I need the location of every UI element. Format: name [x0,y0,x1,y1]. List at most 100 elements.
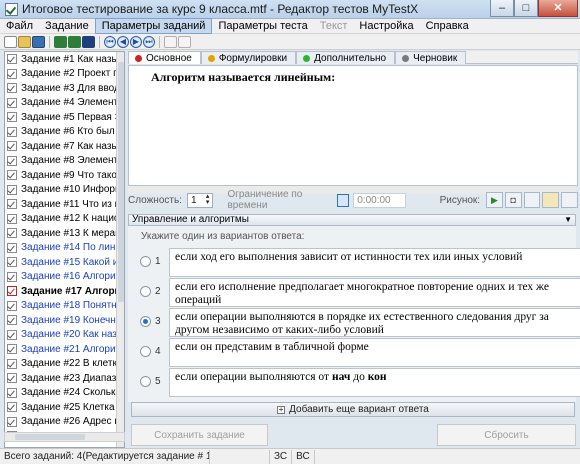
menu-task[interactable]: Задание [39,19,95,33]
answer-number: 5 [155,376,161,387]
task-list-item[interactable]: Задание #16 Алгоритм [5,270,124,285]
task-list-item[interactable]: Задание #18 Понятнос [5,299,124,314]
task-list-item[interactable]: Задание #14 По линии [5,241,124,256]
task-list-item-label: Задание #12 К национа [21,213,124,225]
task-list-item[interactable]: Задание #7 Как называ [5,139,124,154]
task-list-item[interactable]: Задание #19 Конечност [5,313,124,328]
tab-basic-label: Основное [146,52,192,64]
answer-radio-5[interactable] [140,376,151,387]
answer-text-4[interactable]: если он представим в табличной форме [169,338,580,367]
answer-5-part: до [350,371,368,383]
spinner-arrows-icon[interactable]: ▴ ▾ [206,193,210,206]
answer-number: 1 [155,256,161,267]
copy-icon[interactable] [164,35,177,48]
task-list-item[interactable]: Задание #23 Диапазон [5,371,124,386]
scrollbar-thumb[interactable] [15,434,85,440]
nav-first-icon[interactable]: ⏮ [104,35,116,48]
task-list-item[interactable]: Задание #24 Сколько к [5,386,124,401]
task-list-item[interactable]: Задание #21 Алгоритм [5,342,124,357]
answer-text-2[interactable]: если его исполнение предполагает многокр… [169,278,580,307]
task-list-item[interactable]: Задание #5 Первая ЭВМ [5,110,124,125]
tab-basic[interactable]: Основное [128,51,201,64]
save-task-button[interactable]: Сохранить задание [131,424,268,446]
menu-file[interactable]: Файл [0,19,39,33]
time-value: 0:00:00 [357,194,391,206]
nav-last-icon[interactable]: ⏭ [143,35,155,48]
task-list-item[interactable]: Задание #15 Какой из с [5,255,124,270]
add-answer-button[interactable]: + Добавить еще вариант ответа [131,402,575,417]
task-list-item-label: Задание #17 Алгори [21,285,121,297]
paste-picture-icon[interactable] [542,192,560,208]
open-folder-icon[interactable] [18,35,31,48]
task-check-icon [7,344,17,355]
task-list-item[interactable]: Задание #4 Элементног [5,96,124,111]
camera-icon[interactable]: ◘ [504,192,522,208]
task-list-item-label: Задание #9 Что такое и [21,169,124,181]
task-list-item-label: Задание #10 Информаци [21,184,124,196]
task-list-item[interactable]: Задание #17 Алгори [5,284,124,299]
task-list-item[interactable]: Задание #20 Как называ [5,328,124,343]
time-limit-checkbox[interactable] [337,193,350,207]
tab-draft[interactable]: Черновик [395,51,467,64]
clear-picture-icon[interactable] [561,192,578,208]
menu-help[interactable]: Справка [420,19,475,33]
answer-number: 3 [155,316,161,327]
nav-prev-icon[interactable]: ◀ [117,35,129,48]
question-editor[interactable]: Алгоритм называется линейным: [128,65,578,186]
task-list-item[interactable]: Задание #6 Кто был ко [5,125,124,140]
menu-settings[interactable]: Настройка [353,19,419,33]
answer-radio-3[interactable] [140,316,151,327]
scrollbar-thumb[interactable] [118,62,124,302]
task-list-item[interactable]: Задание #3 Для ввода г [5,81,124,96]
task-list-item[interactable]: Задание #10 Информаци [5,183,124,198]
answer-text-5[interactable]: если операции выполняются от нач до кон [169,368,580,397]
answer-radio-4[interactable] [140,346,151,357]
load-picture-icon[interactable]: ▶ [486,192,503,208]
menu-test-params[interactable]: Параметры теста [212,19,313,33]
task-list[interactable]: Задание #1 Как называ Задание #2 Проект п… [4,51,125,448]
task-list-item[interactable]: Задание #8 Элементног [5,154,124,169]
new-file-icon[interactable] [4,35,17,48]
task-check-icon [7,126,17,137]
toolbar-separator [159,35,160,48]
question-text[interactable]: Алгоритм называется линейным: [151,70,335,85]
task-list-item-label: Задание #25 Клетка ЭТ [21,401,124,413]
chevron-down-icon[interactable]: ▼ [564,215,572,225]
time-limit-input[interactable]: 0:00:00 [353,192,406,208]
close-button[interactable]: ✕ [538,0,578,17]
difficulty-spinner[interactable]: 1 ▴ ▾ [186,192,214,208]
task-list-item[interactable]: Задание #22 В клетку з [5,357,124,372]
task-list-item[interactable]: Задание #13 К мерам об [5,226,124,241]
task-list-hscrollbar[interactable] [4,432,125,442]
minimize-button[interactable]: – [490,0,514,17]
task-list-item[interactable]: Задание #25 Клетка ЭТ [5,400,124,415]
task-list-scrollbar[interactable] [116,52,124,447]
answer-radio-1[interactable] [140,256,151,267]
task-check-icon [7,329,17,340]
answer-text-1[interactable]: если ход его выполнения зависит от истин… [169,248,580,277]
tab-additional[interactable]: Дополнительно [296,51,396,64]
delete-task-icon[interactable] [82,35,95,48]
answer-option-3: 3 если операции выполняются в порядке их… [140,308,580,337]
maximize-button[interactable]: □ [514,0,538,17]
task-list-item[interactable]: Задание #2 Проект пер [5,67,124,82]
tab-wordings[interactable]: Формулировки [200,51,297,64]
menu-task-params[interactable]: Параметры заданий [94,18,213,34]
task-list-item[interactable]: Задание #26 Адрес клет [5,415,124,430]
save-icon[interactable] [32,35,45,48]
task-list-item[interactable]: Задание #1 Как называ [5,52,124,67]
paste-icon[interactable] [178,35,191,48]
insert-task-icon[interactable] [68,35,81,48]
task-list-item[interactable]: Задание #9 Что такое и [5,168,124,183]
topic-select[interactable]: Управление и алгоритмы ▼ [128,214,576,226]
copy-picture-icon[interactable] [523,192,541,208]
add-task-icon[interactable] [54,35,67,48]
nav-next-icon[interactable]: ▶ [130,35,142,48]
answer-text-3[interactable]: если операции выполняются в порядке их е… [169,308,580,337]
task-list-item[interactable]: Задание #11 Что из пер [5,197,124,212]
menu-text[interactable]: Текст [314,19,354,33]
answer-radio-2[interactable] [140,286,151,297]
reset-button[interactable]: Сбросить [437,424,576,446]
title-bar: Итоговое тестирование за курс 9 класса.m… [0,0,580,19]
task-list-item[interactable]: Задание #12 К национа [5,212,124,227]
